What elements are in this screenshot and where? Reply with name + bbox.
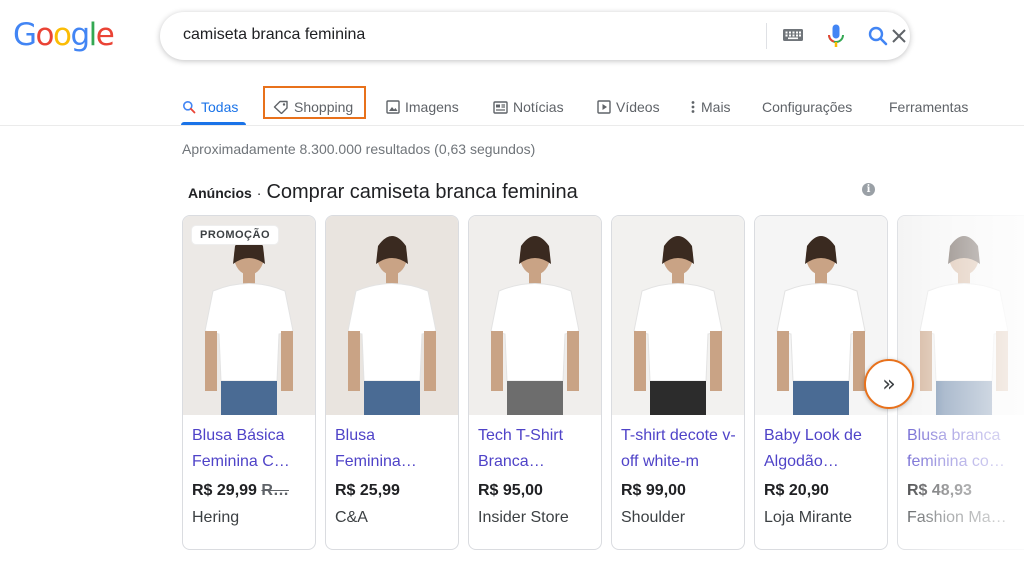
mic-icon[interactable]	[826, 23, 846, 54]
logo-letter: G	[13, 17, 37, 53]
product-price-row: R$ 29,99 R…	[192, 482, 289, 500]
search-box[interactable]: camiseta branca feminina	[160, 12, 910, 60]
product-image[interactable]	[326, 216, 458, 415]
product-card[interactable]: PROMOÇÃO Blusa Básica Feminina C… R$ 29,99…	[182, 215, 316, 550]
tab-label: Configurações	[762, 99, 853, 115]
result-stats: Aproximadamente 8.300.000 resultados (0,…	[182, 141, 536, 157]
search-icon	[182, 100, 196, 114]
logo-letter: e	[95, 17, 115, 53]
product-image[interactable]	[183, 216, 315, 415]
product-title[interactable]: T-shirt decote v-off white-m	[621, 423, 739, 475]
google-search-results-page: Google camiseta branca feminina Todas Sh…	[0, 0, 1024, 561]
product-image[interactable]	[898, 216, 1024, 415]
tab-todas[interactable]: Todas	[182, 92, 238, 122]
search-icon[interactable]	[866, 24, 890, 53]
tab-label: Ferramentas	[889, 99, 969, 115]
promo-badge: PROMOÇÃO	[192, 226, 278, 244]
product-card[interactable]: Blusa Feminina… R$ 25,99 C&A	[325, 215, 459, 550]
product-price: R$ 29,99	[192, 482, 257, 499]
product-store: Shoulder	[621, 509, 686, 526]
logo-letter: g	[70, 17, 90, 53]
product-store: Loja Mirante	[764, 509, 853, 526]
ads-label: Anúncios	[188, 185, 252, 201]
product-store: Insider Store	[478, 509, 569, 526]
tab-label: Imagens	[405, 99, 459, 115]
product-price: R$ 25,99	[335, 482, 400, 499]
keyboard-icon[interactable]	[782, 26, 804, 49]
tab-label: Notícias	[513, 99, 564, 115]
tab-noticias[interactable]: Notícias	[493, 92, 564, 122]
play-icon	[597, 100, 611, 114]
logo-letter: o	[53, 17, 72, 53]
product-image[interactable]	[469, 216, 601, 415]
product-price: R$ 48,93	[907, 482, 972, 499]
product-price-row: R$ 20,90	[764, 482, 829, 500]
ads-title: Comprar camiseta branca feminina	[266, 181, 578, 203]
logo-letter: o	[35, 17, 55, 53]
product-card[interactable]: T-shirt decote v-off white-m R$ 99,00 Shou…	[611, 215, 745, 550]
product-old-price: R…	[261, 482, 289, 499]
logo-letter: l	[88, 17, 98, 53]
shopping-tab-highlight	[263, 86, 366, 119]
ads-header: Anúncios · Comprar camiseta branca femin…	[188, 181, 578, 204]
tab-configuracoes[interactable]: Configurações	[762, 92, 852, 122]
product-title[interactable]: Blusa Básica Feminina C…	[192, 423, 310, 475]
search-divider	[766, 23, 767, 49]
tab-label: Mais	[701, 99, 731, 115]
product-title[interactable]: Tech T-Shirt Branca…	[478, 423, 596, 475]
tab-mais[interactable]: Mais	[690, 92, 731, 122]
product-title[interactable]: Blusa Feminina…	[335, 423, 453, 475]
close-icon[interactable]	[887, 24, 911, 48]
product-price-row: R$ 99,00	[621, 482, 686, 500]
product-store: C&A	[335, 509, 368, 526]
product-price-row: R$ 25,99	[335, 482, 400, 500]
product-card[interactable]: Tech T-Shirt Branca… R$ 95,00 Insider Stor…	[468, 215, 602, 550]
product-store: Hering	[192, 509, 240, 526]
ads-separator: ·	[256, 185, 262, 201]
product-title[interactable]: Baby Look de Algodão…	[764, 423, 882, 475]
tab-videos[interactable]: Vídeos	[597, 92, 660, 122]
product-image[interactable]	[612, 216, 744, 415]
tab-ferramentas[interactable]: Ferramentas	[889, 92, 968, 122]
tab-imagens[interactable]: Imagens	[386, 92, 459, 122]
carousel-next-button[interactable]: »	[864, 359, 914, 409]
news-icon	[493, 100, 508, 114]
product-price: R$ 95,00	[478, 482, 543, 499]
more-vert-icon	[690, 100, 696, 114]
search-tabs: Todas Shopping Imagens Notícias Vídeos M…	[0, 86, 1024, 126]
active-tab-indicator	[181, 122, 246, 125]
product-store: Fashion Ma…	[907, 509, 1007, 526]
info-icon[interactable]: i	[862, 183, 875, 196]
image-icon	[386, 100, 400, 114]
product-price: R$ 99,00	[621, 482, 686, 499]
product-price-row: R$ 95,00	[478, 482, 543, 500]
product-price: R$ 20,90	[764, 482, 829, 499]
product-card[interactable]: Blusa branca feminina co… R$ 48,93 Fashion…	[897, 215, 1024, 550]
product-title[interactable]: Blusa branca feminina co…	[907, 423, 1024, 475]
google-logo[interactable]: Google	[13, 17, 115, 53]
tab-label: Vídeos	[616, 99, 660, 115]
tab-label: Todas	[201, 99, 239, 115]
product-price-row: R$ 48,93	[907, 482, 972, 500]
search-input[interactable]: camiseta branca feminina	[183, 26, 365, 44]
